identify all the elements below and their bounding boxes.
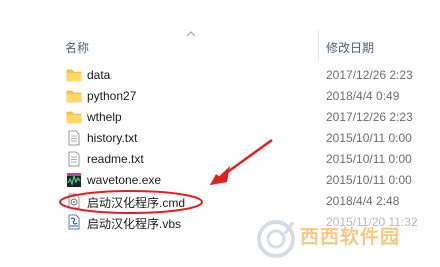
file-name[interactable]: readme.txt: [87, 152, 144, 166]
file-name[interactable]: data: [87, 68, 110, 82]
folder-icon: [66, 69, 82, 82]
watermark-text: 西西软件园: [300, 227, 401, 248]
folder-icon: [66, 90, 82, 103]
file-date: 2017/12/26 2:23: [326, 68, 413, 82]
file-name[interactable]: wthelp: [87, 110, 122, 124]
file-name[interactable]: python27: [87, 89, 136, 103]
file-date: 2017/12/26 2:23: [326, 110, 413, 124]
text-file-icon: [68, 151, 80, 167]
file-name[interactable]: history.txt: [87, 131, 137, 145]
file-date: 2018/4/4 0:49: [326, 89, 400, 103]
vbs-file-icon: [68, 214, 80, 230]
highlight-ellipse-annotation: [59, 190, 203, 214]
file-name[interactable]: wavetone.exe: [87, 173, 161, 187]
file-row[interactable]: python27 2018/4/4 0:49: [0, 86, 440, 107]
file-row[interactable]: data 2017/12/26 2:23: [0, 65, 440, 86]
file-row[interactable]: wthelp 2017/12/26 2:23: [0, 107, 440, 128]
column-divider[interactable]: [318, 30, 319, 60]
annotation-arrow-icon: [210, 138, 273, 185]
file-date: 2018/4/4 2:48: [326, 194, 400, 208]
file-list-header: 名称 修改日期: [0, 0, 440, 64]
file-date: 2015/10/11 0:00: [326, 152, 412, 166]
date-column-header[interactable]: 修改日期: [326, 39, 374, 56]
text-file-icon: [68, 130, 80, 146]
folder-icon: [66, 111, 82, 124]
name-column-header[interactable]: 名称: [65, 39, 89, 56]
file-name[interactable]: 启动汉化程序.vbs: [87, 215, 181, 232]
sort-ascending-icon: [186, 31, 196, 37]
file-date: 2015/10/11 0:00: [326, 131, 412, 145]
exe-icon: [67, 173, 81, 187]
file-date: 2015/10/11 0:00: [326, 173, 412, 187]
